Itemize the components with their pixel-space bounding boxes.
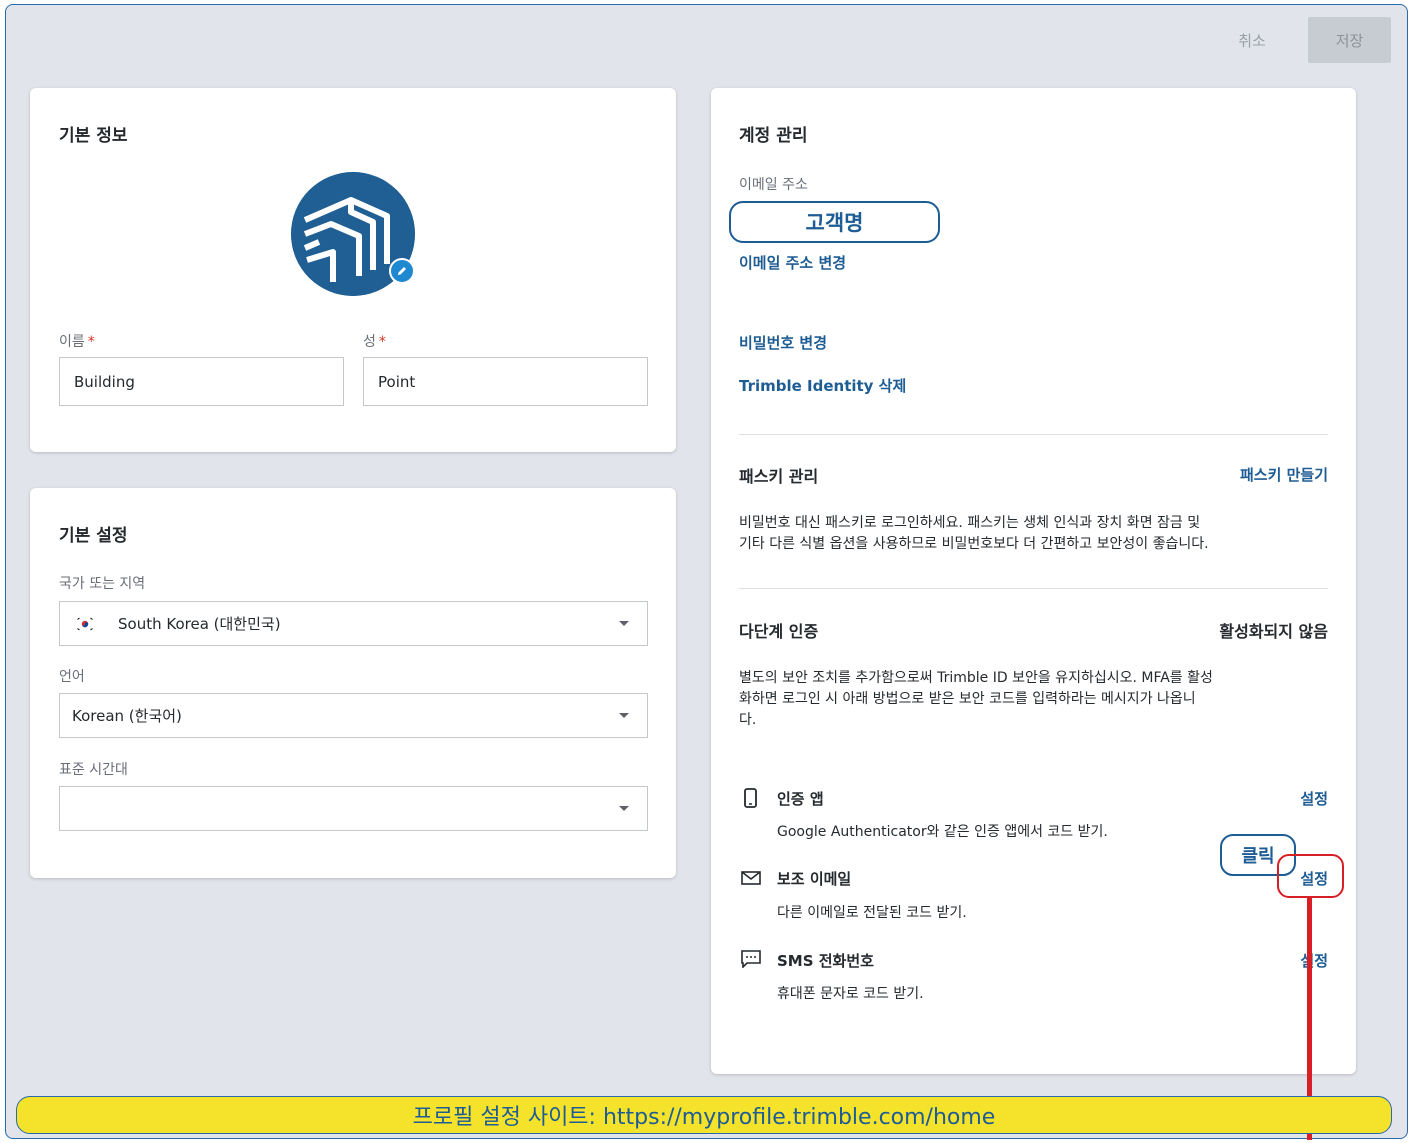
secondary-email-desc: 다른 이메일로 전달된 코드 받기.	[777, 905, 967, 921]
last-name-input[interactable]: Point	[363, 357, 648, 406]
chevron-down-icon	[619, 713, 629, 718]
country-value: South Korea (대한민국)	[118, 615, 281, 633]
highlight-ring	[1277, 854, 1344, 898]
required-mark: *	[378, 334, 386, 350]
korea-flag-icon	[76, 616, 94, 631]
sms-desc: 휴대폰 문자로 코드 받기.	[777, 986, 924, 1002]
mfa-title: 다단계 인증	[739, 622, 819, 641]
edit-avatar-button[interactable]	[389, 258, 415, 284]
message-icon	[741, 950, 761, 969]
change-email-link[interactable]: 이메일 주소 변경	[739, 252, 846, 273]
mfa-description: 별도의 보안 조치를 추가함으로써 Trimble ID 보안을 유지하십시오.…	[739, 670, 1213, 728]
basic-settings-card: 기본 설정 국가 또는 지역 South Korea (대한민국) 언어 Kor…	[30, 488, 676, 878]
mail-icon	[741, 870, 761, 888]
first-name-label: 이름 *	[59, 334, 95, 350]
sms-setup-link[interactable]: 설정	[1300, 950, 1328, 971]
save-button[interactable]: 저장	[1308, 17, 1391, 63]
app-frame: 취소 저장 기본 정보 이름 * 성 * Building Point 기본 설…	[5, 4, 1408, 1139]
passkey-title: 패스키 관리	[739, 467, 819, 486]
secondary-email-title: 보조 이메일	[777, 870, 852, 888]
chevron-down-icon	[619, 806, 629, 811]
country-select[interactable]: South Korea (대한민국)	[59, 601, 648, 646]
delete-identity-link[interactable]: Trimble Identity 삭제	[739, 375, 906, 396]
auth-app-title: 인증 앱	[777, 790, 824, 808]
last-name-label: 성 *	[363, 334, 386, 350]
timezone-select[interactable]	[59, 786, 648, 831]
language-select[interactable]: Korean (한국어)	[59, 693, 648, 738]
basic-settings-title: 기본 설정	[59, 526, 128, 546]
pencil-icon	[398, 267, 406, 275]
first-name-input[interactable]: Building	[59, 357, 344, 406]
timezone-label: 표준 시간대	[59, 762, 128, 778]
cancel-button[interactable]: 취소	[1224, 17, 1280, 63]
change-password-link[interactable]: 비밀번호 변경	[739, 332, 827, 353]
basic-info-card: 기본 정보 이름 * 성 * Building Point	[30, 88, 676, 452]
customer-name-callout: 고객명	[729, 201, 940, 243]
required-mark: *	[87, 334, 95, 350]
chevron-down-icon	[619, 621, 629, 626]
passkey-description: 비밀번호 대신 패스키로 로그인하세요. 패스키는 생체 인식과 장치 화면 잠…	[739, 515, 1209, 552]
phone-icon	[741, 788, 759, 808]
divider	[739, 588, 1328, 589]
mfa-status: 활성화되지 않음	[1219, 622, 1328, 641]
auth-app-setup-link[interactable]: 설정	[1300, 788, 1328, 809]
email-label: 이메일 주소	[739, 177, 808, 193]
site-url-banner: 프로필 설정 사이트: https://myprofile.trimble.co…	[16, 1096, 1392, 1134]
language-value: Korean (한국어)	[72, 707, 182, 725]
auth-app-desc: Google Authenticator와 같은 인증 앱에서 코드 받기.	[777, 824, 1108, 840]
account-title: 계정 관리	[739, 126, 808, 146]
country-label: 국가 또는 지역	[59, 576, 146, 592]
create-passkey-link[interactable]: 패스키 만들기	[1240, 464, 1328, 485]
basic-info-title: 기본 정보	[59, 126, 128, 146]
divider	[739, 434, 1328, 435]
language-label: 언어	[59, 669, 85, 685]
sms-title: SMS 전화번호	[777, 952, 874, 970]
